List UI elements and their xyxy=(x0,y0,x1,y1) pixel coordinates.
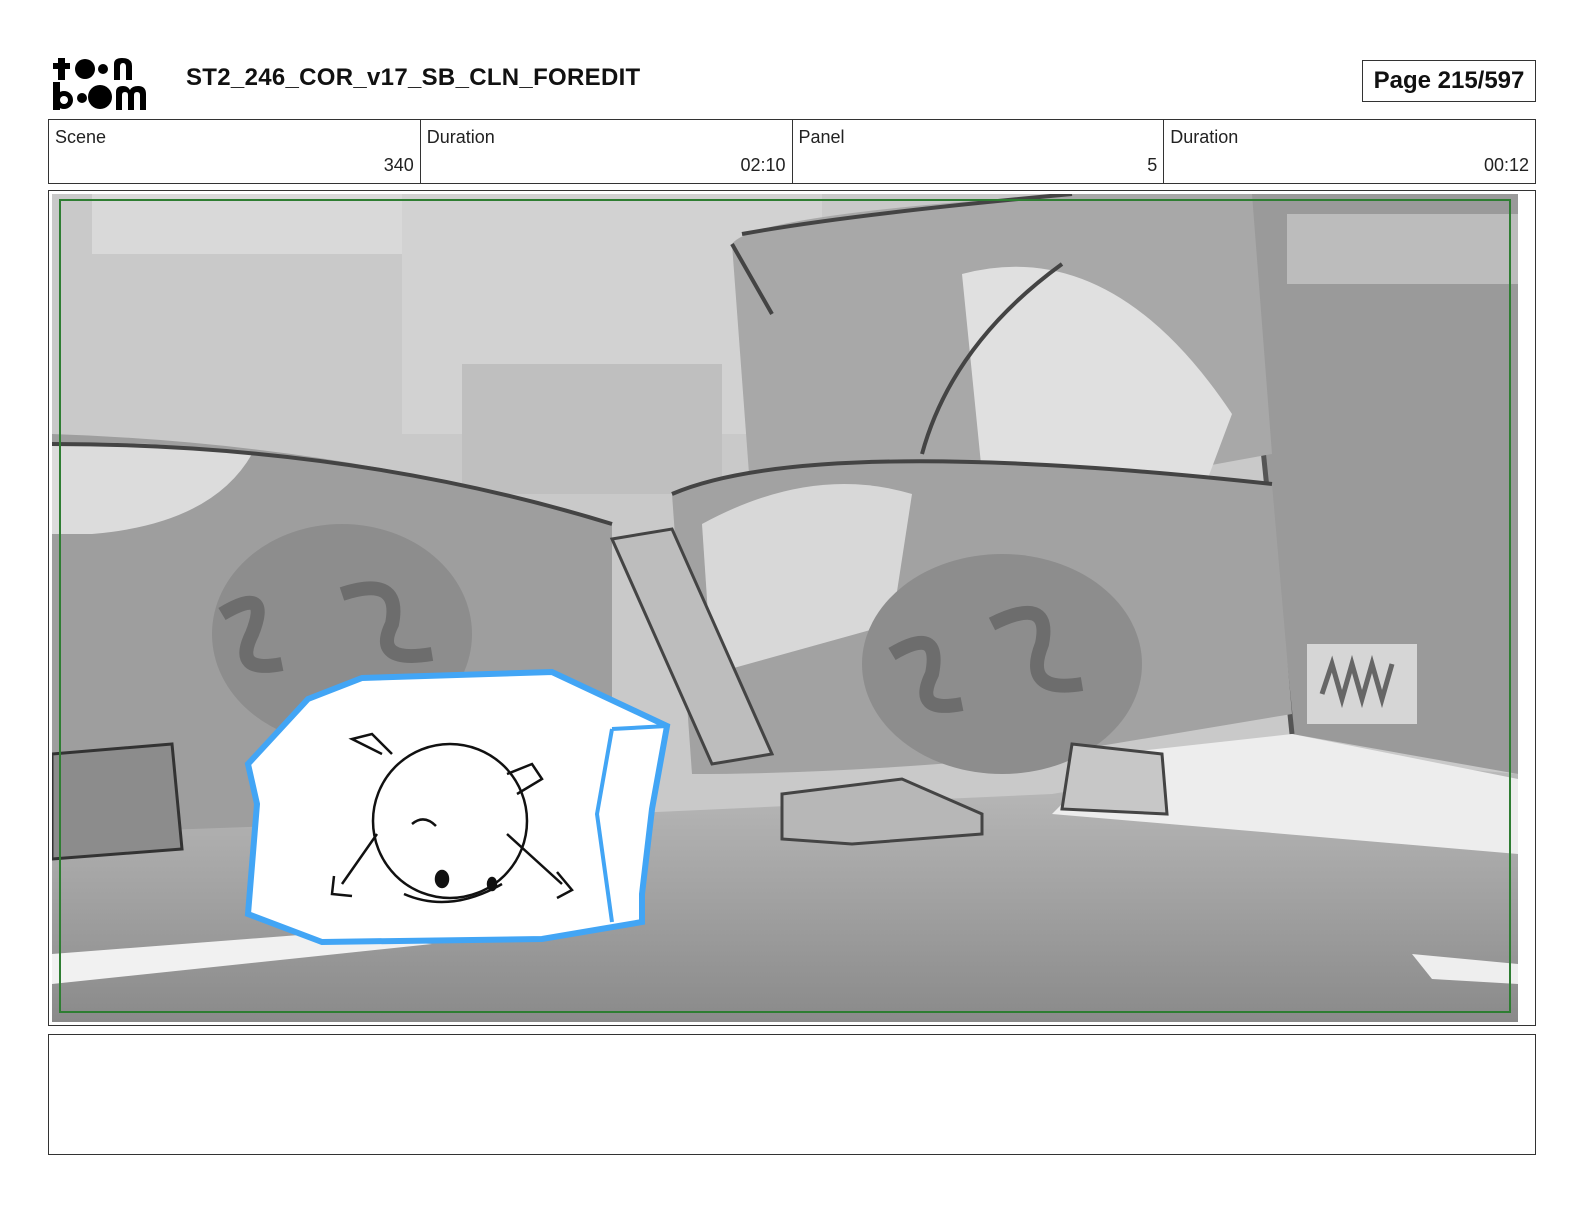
rubble-block xyxy=(52,742,184,861)
info-value: 02:10 xyxy=(740,155,786,175)
info-cell-panel-duration: Duration 00:12 xyxy=(1164,120,1535,183)
info-cell-scene-duration: Duration 02:10 xyxy=(421,120,793,183)
info-label: Duration xyxy=(426,127,495,147)
info-row: Scene 340 Duration 02:10 Panel 5 Duratio… xyxy=(48,119,1536,184)
panel-notes xyxy=(48,1034,1536,1155)
info-value: 5 xyxy=(1147,155,1158,175)
storyboard-panel xyxy=(48,190,1536,1026)
info-label: Scene xyxy=(55,127,107,147)
info-label: Duration xyxy=(1170,127,1239,147)
toon-boom-logo xyxy=(53,58,146,110)
info-cell-scene: Scene 340 xyxy=(49,120,421,183)
info-cell-panel: Panel 5 xyxy=(793,120,1165,183)
info-label: Panel xyxy=(798,127,845,147)
page-indicator: Page 215/597 xyxy=(1362,60,1536,102)
panel-artwork xyxy=(52,194,1518,1022)
right-emblem xyxy=(862,554,1142,774)
info-value: 00:12 xyxy=(1483,155,1529,175)
info-value: 340 xyxy=(383,155,414,175)
rubble-block xyxy=(1060,742,1169,816)
document-title: ST2_246_COR_v17_SB_CLN_FOREDIT xyxy=(186,64,641,91)
